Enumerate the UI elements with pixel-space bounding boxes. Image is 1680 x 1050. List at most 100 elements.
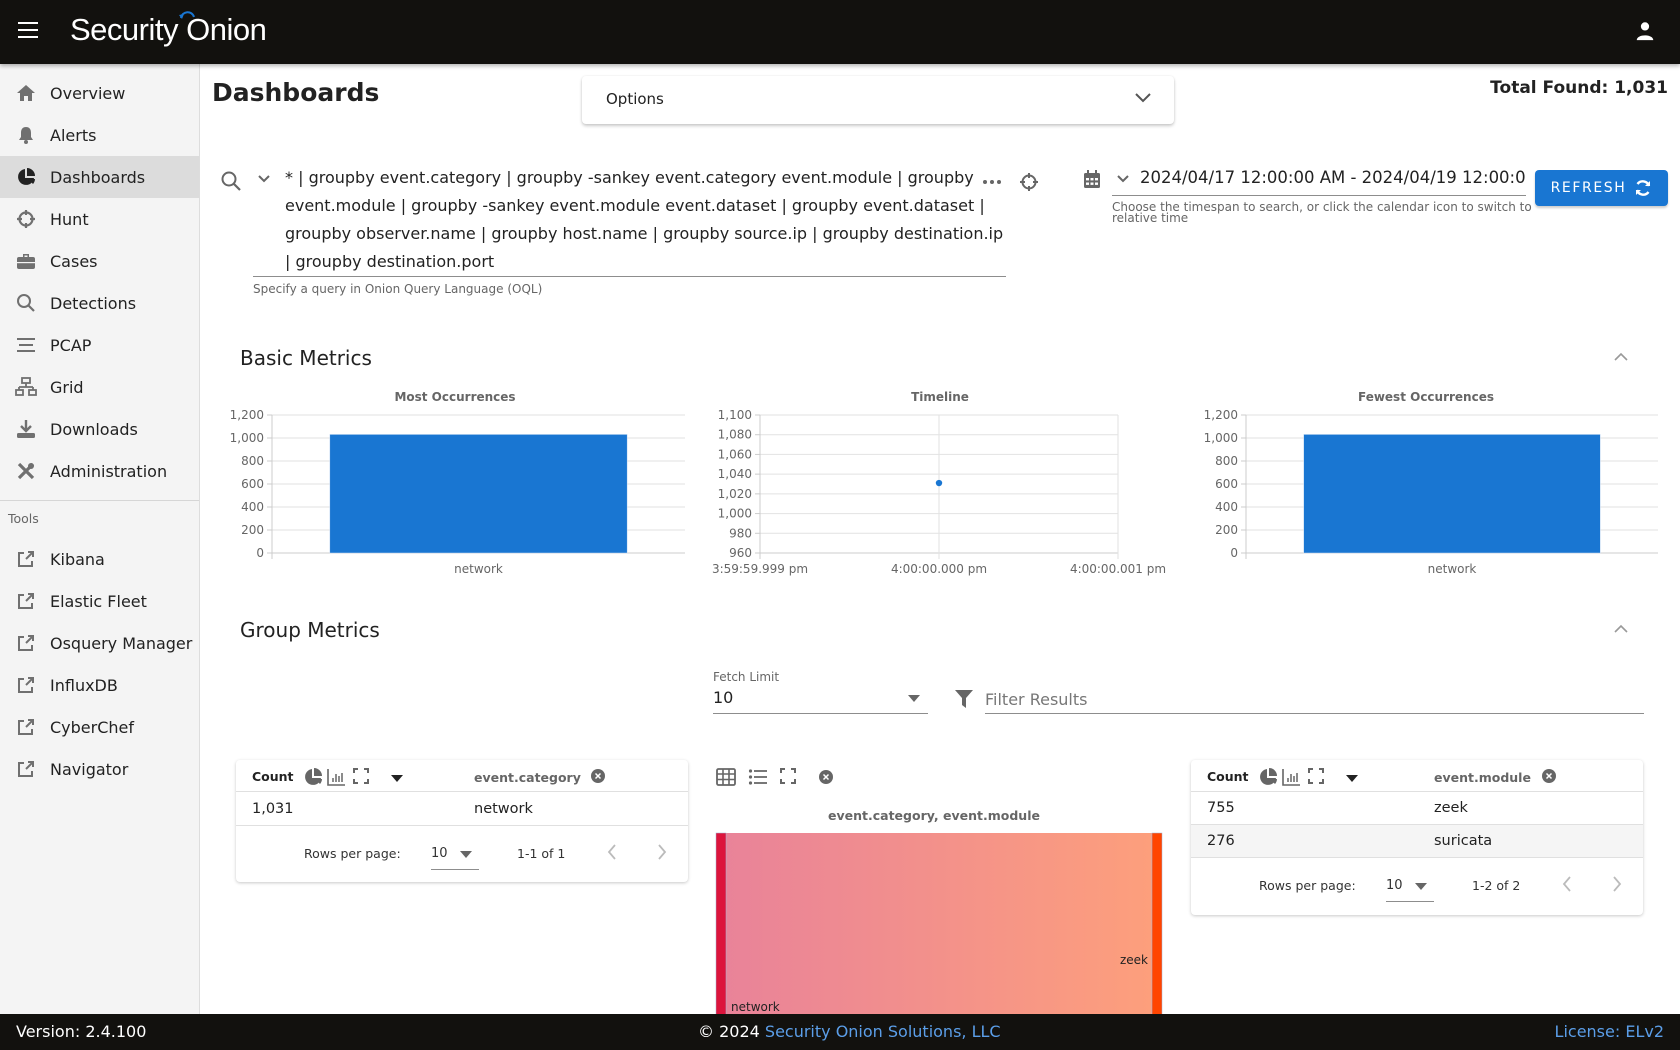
crosshairs-icon[interactable] — [1019, 172, 1039, 192]
y-tick-label: 1,100 — [718, 408, 752, 422]
sidebar-tool-cyberchef[interactable]: CyberChef — [0, 706, 199, 748]
previous-page-icon[interactable] — [1561, 875, 1573, 893]
bar[interactable] — [1303, 434, 1601, 554]
y-tick-label: 200 — [241, 523, 264, 537]
collapse-group-metrics-icon[interactable] — [1613, 624, 1629, 634]
y-tick-label: 0 — [256, 546, 264, 560]
sidebar-item-overview[interactable]: Overview — [0, 72, 199, 114]
y-tick-label: 1,020 — [718, 487, 752, 501]
list-view-icon[interactable] — [748, 768, 768, 786]
more-options-icon[interactable] — [982, 172, 1002, 192]
count-header[interactable]: Count — [1207, 769, 1249, 784]
refresh-button[interactable]: REFRESH — [1535, 170, 1668, 206]
sidebar: Overview Alerts Dashboards Hunt Cases De… — [0, 64, 200, 1014]
rows-per-page-select[interactable]: 10 — [431, 846, 448, 861]
rows-per-page-select[interactable]: 10 — [1386, 878, 1403, 893]
dropdown-arrow-icon[interactable] — [1415, 883, 1427, 890]
total-found: Total Found: 1,031 — [1490, 78, 1668, 98]
y-tick-label: 800 — [241, 454, 264, 468]
y-tick-label: 960 — [729, 546, 752, 560]
lines-icon — [15, 334, 37, 356]
sidebar-item-hunt[interactable]: Hunt — [0, 198, 199, 240]
query-history-chevron-icon[interactable] — [257, 174, 271, 184]
tools-icon — [15, 460, 37, 482]
group-metrics-title: Group Metrics — [240, 618, 380, 642]
y-tick-label: 400 — [1215, 500, 1238, 514]
tools-heading: Tools — [8, 511, 39, 526]
sidebar-tool-osquery-manager[interactable]: Osquery Manager — [0, 622, 199, 664]
search-icon[interactable] — [220, 170, 242, 192]
remove-field-icon[interactable] — [591, 769, 605, 783]
date-range-input[interactable]: 2024/04/17 12:00:00 AM - 2024/04/19 12:0… — [1140, 168, 1526, 187]
fullscreen-icon[interactable] — [1308, 768, 1324, 784]
next-page-icon[interactable] — [1611, 875, 1623, 893]
date-range-chevron-icon[interactable] — [1116, 174, 1130, 184]
sidebar-tool-kibana[interactable]: Kibana — [0, 538, 199, 580]
most-occurrences-chart: 0 200 400 600 800 1,000 1,200 network — [230, 408, 685, 576]
dropdown-arrow-icon[interactable] — [908, 695, 920, 702]
company-link[interactable]: Security Onion Solutions, LLC — [765, 1022, 1001, 1041]
license-link[interactable]: License: ELv2 — [1555, 1022, 1664, 1041]
sidebar-item-cases[interactable]: Cases — [0, 240, 199, 282]
external-link-icon — [15, 548, 37, 570]
data-point[interactable] — [935, 479, 943, 487]
sankey-node-source[interactable] — [715, 832, 727, 1014]
sidebar-item-dashboards[interactable]: Dashboards — [0, 156, 199, 198]
home-icon — [15, 82, 37, 104]
bar[interactable] — [329, 434, 628, 554]
sidebar-tool-influxdb[interactable]: InfluxDB — [0, 664, 199, 706]
remove-chart-icon[interactable] — [819, 770, 833, 784]
fullscreen-icon[interactable] — [780, 768, 796, 784]
external-link-icon — [15, 632, 37, 654]
y-tick-label: 200 — [1215, 523, 1238, 537]
pie-chart-icon[interactable] — [1259, 768, 1279, 786]
sankey-link[interactable] — [726, 833, 1152, 1014]
y-tick-label: 1,000 — [230, 431, 264, 445]
calendar-icon[interactable] — [1083, 169, 1101, 189]
previous-page-icon[interactable] — [606, 843, 618, 861]
dropdown-arrow-icon[interactable] — [1346, 775, 1358, 782]
y-tick-label: 600 — [1215, 477, 1238, 491]
sidebar-tool-navigator[interactable]: Navigator — [0, 748, 199, 790]
sidebar-item-administration[interactable]: Administration — [0, 450, 199, 492]
refresh-label: REFRESH — [1550, 180, 1627, 196]
query-input[interactable]: * | groupby event.category | groupby -sa… — [285, 164, 1005, 276]
rows-per-page-label: Rows per page: — [1259, 878, 1356, 893]
field-header[interactable]: event.category — [474, 770, 581, 785]
y-tick-label: 0 — [1230, 546, 1238, 560]
remove-field-icon[interactable] — [1542, 769, 1556, 783]
options-expander[interactable]: Options — [582, 76, 1174, 124]
table-row[interactable]: 755 zeek — [1191, 792, 1643, 825]
table-row[interactable]: 1,031 network — [236, 793, 688, 826]
next-page-icon[interactable] — [656, 843, 668, 861]
sidebar-item-downloads[interactable]: Downloads — [0, 408, 199, 450]
sidebar-tool-elastic-fleet[interactable]: Elastic Fleet — [0, 580, 199, 622]
sankey-node-target[interactable] — [1151, 832, 1163, 1014]
fullscreen-icon[interactable] — [353, 768, 369, 784]
fetch-limit-label: Fetch Limit — [713, 670, 780, 684]
sidebar-item-pcap[interactable]: PCAP — [0, 324, 199, 366]
table-view-icon[interactable] — [716, 768, 736, 786]
sidebar-item-grid[interactable]: Grid — [0, 366, 199, 408]
count-header[interactable]: Count — [252, 769, 294, 784]
dropdown-arrow-icon[interactable] — [460, 851, 472, 858]
bar-chart-icon[interactable] — [327, 768, 345, 786]
dropdown-arrow-icon[interactable] — [391, 775, 403, 782]
hamburger-icon[interactable] — [18, 22, 38, 40]
user-icon[interactable] — [1634, 20, 1656, 42]
table-row[interactable]: 276 suricata — [1191, 825, 1643, 858]
chevron-down-icon — [1135, 93, 1151, 103]
field-header[interactable]: event.module — [1434, 770, 1531, 785]
pie-chart-icon[interactable] — [304, 768, 324, 786]
timeline-chart: 960 980 1,000 1,020 1,040 1,060 1,080 1,100 3:59… — [712, 408, 1166, 576]
sidebar-item-detections[interactable]: Detections — [0, 282, 199, 324]
event-category-table: Count event.category 1,031 network Rows … — [236, 760, 688, 882]
filter-results-input[interactable] — [985, 686, 1643, 712]
brand-name: Security Onion — [70, 12, 267, 47]
fetch-limit-select[interactable]: 10 — [713, 688, 733, 707]
bar-chart-icon[interactable] — [1282, 768, 1300, 786]
sidebar-item-alerts[interactable]: Alerts — [0, 114, 199, 156]
collapse-basic-metrics-icon[interactable] — [1613, 352, 1629, 362]
brand-logo[interactable]: Security Onion — [70, 11, 267, 48]
external-link-icon — [15, 758, 37, 780]
